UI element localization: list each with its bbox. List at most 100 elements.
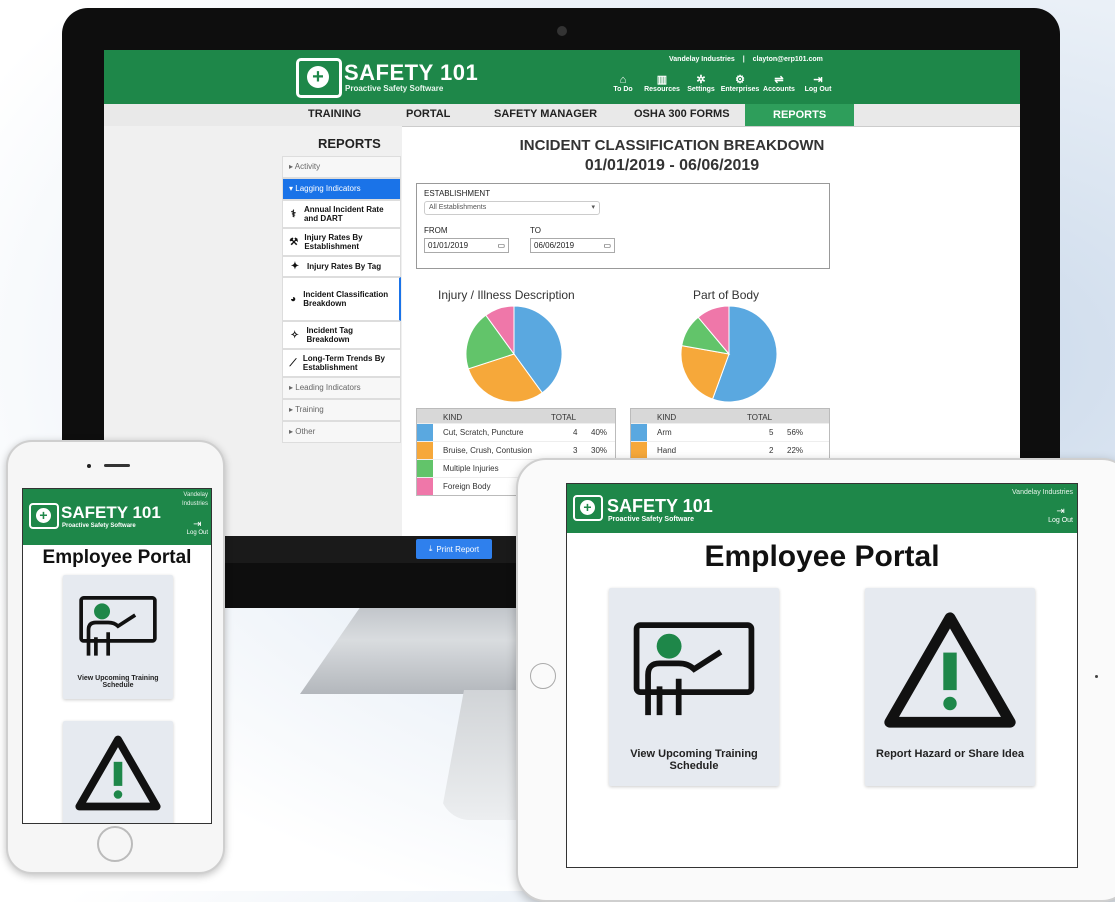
trainer-whiteboard-icon <box>633 622 755 716</box>
to-date-input[interactable]: 06/06/2019 ▭ <box>530 238 615 253</box>
warning-triangle-icon <box>75 735 161 811</box>
calendar-icon[interactable]: ▭ <box>603 239 611 252</box>
logout-button[interactable]: ⇥ Log Out <box>1048 506 1073 524</box>
menu-lagging-indicators[interactable]: ▾ Lagging Indicators <box>282 178 401 200</box>
phone-camera <box>87 464 91 468</box>
training-schedule-card[interactable]: View Upcoming Training Schedule <box>609 588 779 786</box>
menu-label: Injury Rates By Tag <box>307 262 382 271</box>
book-icon: ▥ <box>656 74 668 86</box>
todo-button[interactable]: ⌂ To Do <box>606 74 640 93</box>
tab-safety-manager[interactable]: SAFETY MANAGER <box>494 108 597 120</box>
menu-label: Annual Incident Rate and DART <box>303 205 384 223</box>
table-row: Cut, Scratch, Puncture 4 40% <box>417 423 615 441</box>
resources-label: Resources <box>644 86 680 93</box>
calendar-icon[interactable]: ▭ <box>497 239 505 252</box>
accounts-icon: ⇌ <box>774 74 784 86</box>
resources-button[interactable]: ▥ Resources <box>644 74 680 93</box>
pie-chart-icon: ◕ <box>290 293 297 305</box>
menu-activity[interactable]: ▸ Activity <box>282 156 401 178</box>
card-label: View Upcoming Training Schedule <box>77 675 159 689</box>
tags-icon: ✧ <box>290 329 299 341</box>
incident-rate-icon: ⚕ <box>290 208 297 220</box>
establishment-select[interactable]: All Establishments ▾ <box>424 201 600 215</box>
enterprises-button[interactable]: ⚙ Enterprises <box>720 74 760 93</box>
brand-tagline: Proactive Safety Software <box>62 523 136 529</box>
tools-icon: ⚒ <box>289 236 299 248</box>
chart1-title: Injury / Illness Description <box>438 288 575 302</box>
tab-reports[interactable]: REPORTS <box>745 104 855 126</box>
account-info: Vandelay Industries | clayton@erp101.com <box>669 56 823 63</box>
logout-button[interactable]: ⇥ Log Out <box>801 74 835 93</box>
todo-label: To Do <box>613 86 633 93</box>
tab-osha-300-forms[interactable]: OSHA 300 FORMS <box>634 108 730 120</box>
logout-icon: ⇥ <box>1056 506 1065 517</box>
col-total: TOTAL <box>551 413 577 422</box>
enterprises-label: Enterprises <box>720 86 760 93</box>
logout-label: Log Out <box>804 86 832 93</box>
legend-swatch <box>631 442 647 459</box>
legend-swatch <box>417 424 433 441</box>
table-row: Hand 2 22% <box>631 441 829 459</box>
legend-swatch <box>417 478 433 495</box>
menu-incident-tag-breakdown[interactable]: ✧ Incident Tag Breakdown <box>282 321 401 349</box>
company-name: Vandelay Industries <box>1012 489 1073 496</box>
legend-swatch <box>417 460 433 477</box>
phone-home-button[interactable] <box>97 826 133 862</box>
first-aid-kit-logo-icon[interactable]: + <box>573 495 603 521</box>
settings-button[interactable]: ✲ Settings <box>684 74 718 93</box>
menu-long-term-trends[interactable]: ⟋ Long-Term Trends By Establishment <box>282 349 401 377</box>
tab-training[interactable]: TRAINING <box>308 108 361 120</box>
print-report-button[interactable]: ⤓ Print Report <box>416 539 492 559</box>
menu-incident-classification[interactable]: ◕ Incident Classification Breakdown <box>282 277 401 321</box>
report-title-block: INCIDENT CLASSIFICATION BREAKDOWN 01/01/… <box>402 136 942 176</box>
from-label: FROM <box>424 226 448 235</box>
legend-swatch <box>417 442 433 459</box>
reports-menu: ▸ Activity ▾ Lagging Indicators ⚕ Annual … <box>282 156 401 443</box>
user-email[interactable]: clayton@erp101.com <box>753 56 823 63</box>
chevron-down-icon: ▾ <box>591 204 595 211</box>
settings-label: Settings <box>687 86 715 93</box>
print-report-label: Print Report <box>436 544 480 554</box>
tablet-screen: + SAFETY 101 Proactive Safety Software V… <box>566 483 1078 868</box>
menu-injury-rates-by-establishment[interactable]: ⚒ Injury Rates By Establishment <box>282 228 401 256</box>
brand-name[interactable]: SAFETY 101 <box>607 496 713 517</box>
menu-other[interactable]: ▸ Other <box>282 421 401 443</box>
webcam <box>557 26 567 36</box>
page-title: Employee Portal <box>42 547 192 568</box>
tablet-home-button[interactable] <box>530 663 556 689</box>
report-date-range: 01/01/2019 - 06/06/2019 <box>584 157 760 174</box>
header-icon-bar: ⌂ To Do ▥ Resources ✲ Settings ⚙ Enterprises… <box>606 74 835 93</box>
phone-screen: + SAFETY 101 Proactive Safety Software V… <box>22 488 212 824</box>
logout-button[interactable]: ⇥ Log Out <box>187 519 208 536</box>
tag-icon: ✦ <box>290 261 300 272</box>
from-date-input[interactable]: 01/01/2019 ▭ <box>424 238 509 253</box>
report-hazard-card[interactable] <box>63 721 173 823</box>
brand-name[interactable]: SAFETY 101 <box>344 60 478 86</box>
card-label: View Upcoming Training Schedule <box>630 748 758 772</box>
app-header <box>104 50 1020 104</box>
download-icon: ⤓ <box>428 544 433 553</box>
accounts-button[interactable]: ⇌ Accounts <box>762 74 796 93</box>
menu-leading-indicators[interactable]: ▸ Leading Indicators <box>282 377 401 399</box>
gear-icon: ✲ <box>696 74 706 86</box>
chart2-title: Part of Body <box>693 288 760 302</box>
first-aid-kit-logo-icon[interactable]: + <box>296 58 342 98</box>
menu-training[interactable]: ▸ Training <box>282 399 401 421</box>
menu-label: Incident Tag Breakdown <box>306 326 353 344</box>
enterprise-icon: ⚙ <box>735 74 745 86</box>
report-hazard-card[interactable]: Report Hazard or Share Idea <box>865 588 1035 786</box>
tab-portal[interactable]: PORTAL <box>406 108 450 120</box>
brand-tagline: Proactive Safety Software <box>345 84 444 93</box>
brand-name[interactable]: SAFETY 101 <box>61 503 161 523</box>
legend-swatch <box>631 424 647 441</box>
chart1-pie <box>465 305 563 403</box>
brand-tagline: Proactive Safety Software <box>608 516 694 523</box>
training-schedule-card[interactable]: View Upcoming Training Schedule <box>63 575 173 699</box>
menu-annual-incident-rate[interactable]: ⚕ Annual Incident Rate and DART <box>282 200 401 228</box>
menu-injury-rates-by-tag[interactable]: ✦ Injury Rates By Tag <box>282 256 401 277</box>
card-label: Report Hazard or Share Idea <box>876 748 1024 760</box>
to-label: TO <box>530 226 541 235</box>
first-aid-kit-logo-icon[interactable]: + <box>29 503 59 529</box>
phone-speaker <box>104 464 130 467</box>
table-row: Bruise, Crush, Contusion 3 30% <box>417 441 615 459</box>
